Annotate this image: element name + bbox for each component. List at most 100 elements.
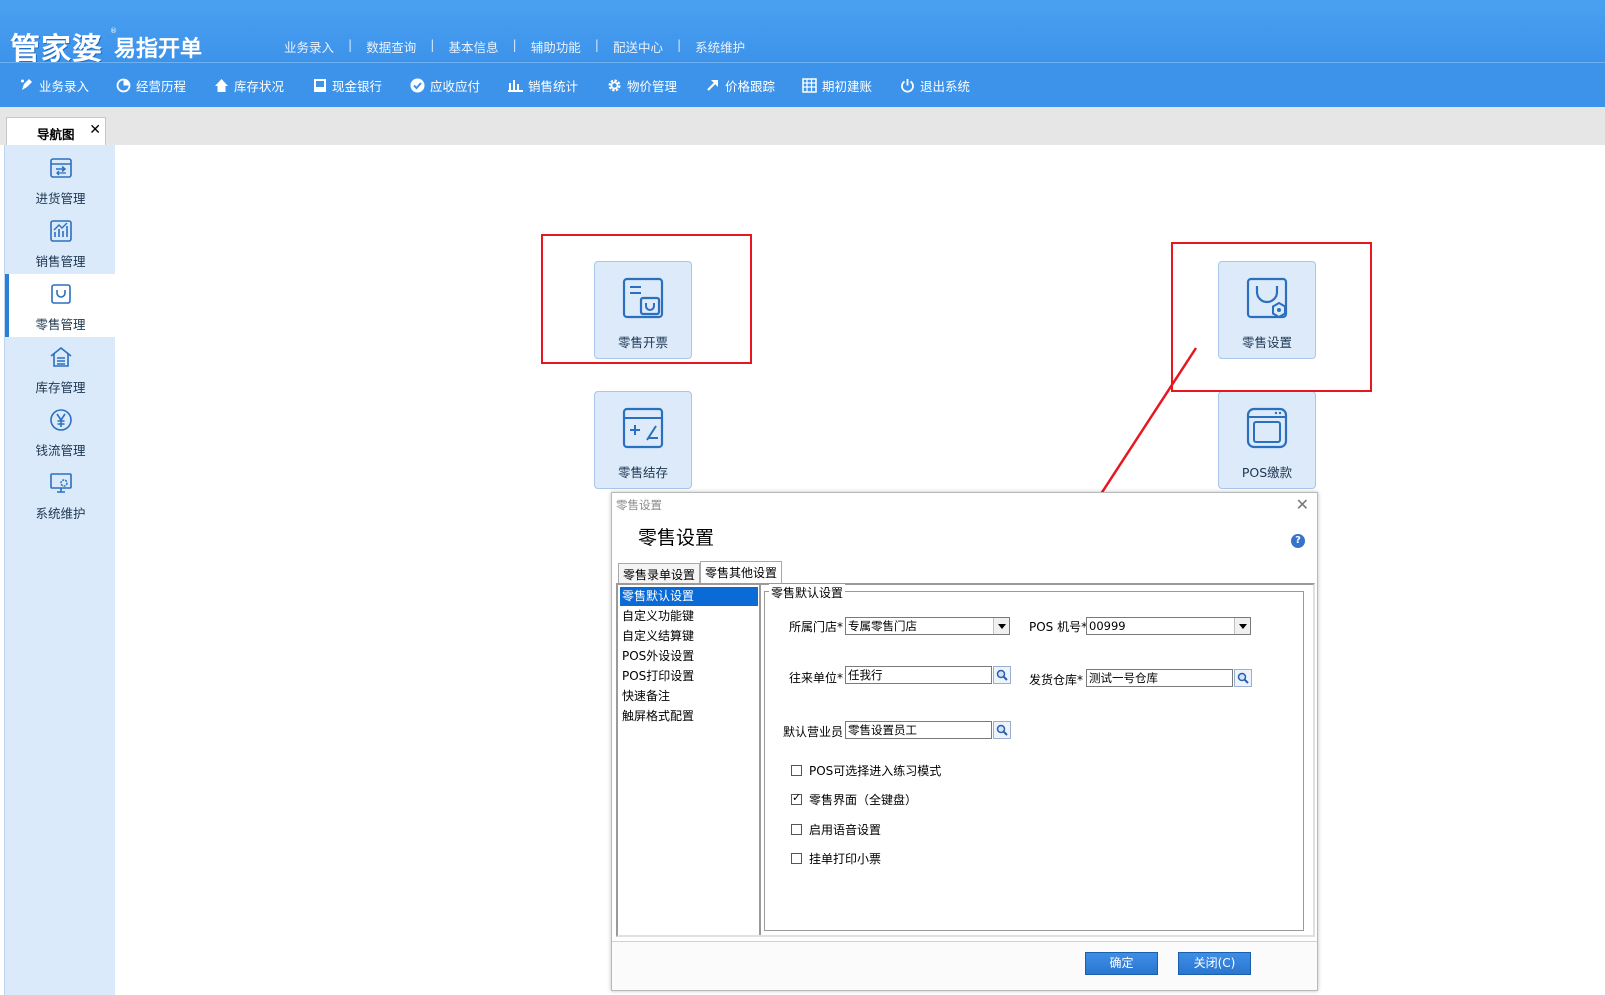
toolbar-business-entry-button[interactable]: 业务录入 [20,75,89,95]
partner-field[interactable]: 任我行 [845,666,992,684]
bar-chart-icon [508,80,523,92]
checkbox-label: POS可选择进入练习模式 [809,763,942,778]
check-circle-icon [410,78,425,92]
tab-retail-entry-settings[interactable]: 零售录单设置 [618,563,701,583]
checkbox-voice-settings[interactable]: 启用语音设置 [791,821,881,837]
retail-balance-icon [622,407,664,449]
warehouse-value: 测试一号仓库 [1089,671,1158,685]
checkbox-box[interactable] [791,791,802,805]
chevron-down-icon[interactable] [1234,618,1250,634]
power-icon [901,78,914,92]
app-window: 管家婆 ® 易指开单 业务录入 | 数据查询 | 基本信息 | 辅助功能 | 配… [0,0,1605,995]
pos-number-select[interactable]: 00999 [1086,617,1251,635]
toolbar-inventory-status-button[interactable]: 库存状况 [214,75,284,95]
ok-button[interactable]: 确定 [1085,952,1158,975]
store-select[interactable]: 专属零售门店 [845,617,1010,635]
sidebar-item-label: 零售管理 [35,317,86,332]
clerk-search-button[interactable] [993,721,1011,739]
sidebar-item-retail[interactable]: 零售管理 [5,274,116,337]
pos-payment-icon [1246,407,1288,449]
tile-label: 零售结存 [617,465,668,480]
warehouse-field[interactable]: 测试一号仓库 [1086,669,1233,687]
sidebar-item-sales[interactable]: 销售管理 [5,211,116,274]
sidebar-item-purchase[interactable]: 进货管理 [5,148,116,211]
module-sidebar: 进货管理 销售管理 零售管理 库存管理 钱流管理 系统维护 [4,145,116,995]
sidebar-item-system-maintenance[interactable]: 系统维护 [5,463,116,526]
toolbar-label: 物价管理 [627,78,678,94]
toolbar-label: 应收应付 [430,78,481,94]
annotation-highlight-box [1171,242,1372,392]
main-toolbar: 业务录入 经营历程 库存状况 现金银行 应收应付 销售统计 物价管理 价格跟踪 [0,62,1605,107]
nav-item-custom-function-keys[interactable]: 自定义功能键 [620,607,758,626]
help-icon[interactable]: ? [1291,534,1305,548]
checkbox-box[interactable] [791,852,802,864]
warehouse-search-button[interactable] [1234,669,1252,687]
checkbox-label: 零售界面（全键盘） [809,792,918,807]
top-menu-separator: | [430,37,435,52]
top-menu-item-aux-functions[interactable]: 辅助功能 [531,37,581,56]
sidebar-item-label: 钱流管理 [35,443,86,458]
checkbox-full-keyboard-ui[interactable]: 零售界面（全键盘） [791,791,917,807]
toolbar-label: 退出系统 [920,78,971,94]
tile-label: POS缴款 [1241,465,1293,480]
nav-item-retail-defaults[interactable]: 零售默认设置 [620,587,758,606]
nav-item-pos-print[interactable]: POS打印设置 [620,667,758,686]
settings-monitor-icon [50,473,72,493]
checkbox-box[interactable] [791,823,802,835]
toolbar-sales-statistics-button[interactable]: 销售统计 [508,75,578,95]
tab-close-icon[interactable]: ✕ [89,122,101,138]
nav-item-touchscreen-format[interactable]: 触屏格式配置 [620,707,758,726]
clerk-label: 默认营业员 [783,725,844,739]
nav-item-custom-settlement-keys[interactable]: 自定义结算键 [620,627,758,646]
tab-retail-other-settings[interactable]: 零售其他设置 [700,561,783,583]
close-button[interactable]: 关闭(C) [1178,952,1251,975]
retail-settings-dialog: 零售设置 ✕ 零售设置 ? 零售录单设置 零售其他设置 零售默认设置 自定义功能… [611,492,1318,991]
sidebar-item-inventory[interactable]: 库存管理 [5,337,116,400]
settings-nav-list: 零售默认设置 自定义功能键 自定义结算键 POS外设设置 POS打印设置 快速备… [618,585,761,935]
sidebar-item-cashflow[interactable]: 钱流管理 [5,400,116,463]
checkbox-label: 启用语音设置 [809,822,882,837]
toolbar-cash-bank-button[interactable]: 现金银行 [313,75,382,95]
toolbar-label: 价格跟踪 [725,78,776,94]
dialog-footer: 确定 关闭(C) [612,941,1317,990]
top-menu-item-data-query[interactable]: 数据查询 [366,37,416,56]
arrow-up-right-icon [707,80,718,91]
toolbar-label: 库存状况 [234,78,285,94]
tile-pos-payment[interactable]: POS缴款 [1218,391,1316,489]
sidebar-item-label: 库存管理 [35,380,86,395]
top-menu-separator: | [512,37,517,52]
calendar-icon [802,77,817,93]
search-icon [1237,672,1249,684]
nav-item-pos-peripherals[interactable]: POS外设设置 [620,647,758,666]
logo-product-name: 易指开单 [114,37,203,62]
tab-label: 导航图 [37,127,75,142]
checkbox-box[interactable] [791,764,802,776]
chevron-down-icon[interactable] [993,618,1009,634]
toolbar-business-history-button[interactable]: 经营历程 [116,75,186,95]
store-label: 所属门店* [789,620,844,634]
tab-navigation-map[interactable]: 导航图 ✕ [6,117,106,145]
toolbar-receivables-payables-button[interactable]: 应收应付 [410,75,480,95]
checkbox-pos-practice-mode[interactable]: POS可选择进入练习模式 [791,762,941,778]
search-icon [996,669,1008,681]
top-menu-item-system-maintenance[interactable]: 系统维护 [695,37,745,56]
tile-retail-balance[interactable]: 零售结存 [594,391,692,489]
shopping-bag-icon [51,284,71,304]
checkbox-label: 挂单打印小票 [809,851,882,866]
toolbar-label: 经营历程 [136,78,187,94]
dialog-close-icon[interactable]: ✕ [1296,495,1309,514]
toolbar-exit-system-button[interactable]: 退出系统 [900,75,970,95]
toolbar-initial-accounts-button[interactable]: 期初建账 [802,75,872,95]
checkbox-print-hold-ticket[interactable]: 挂单打印小票 [791,850,881,866]
gear-icon [608,79,621,91]
toolbar-price-management-button[interactable]: 物价管理 [607,75,677,95]
pen-icon [21,79,32,90]
top-menu-item-distribution-center[interactable]: 配送中心 [613,37,663,56]
group-title: 零售默认设置 [769,584,846,601]
toolbar-price-tracking-button[interactable]: 价格跟踪 [706,75,775,95]
partner-search-button[interactable] [993,666,1011,684]
top-menu-item-basic-info[interactable]: 基本信息 [448,37,498,56]
clerk-field[interactable]: 零售设置员工 [845,721,992,739]
top-menu-item-business-entry[interactable]: 业务录入 [284,37,334,56]
nav-item-quick-notes[interactable]: 快速备注 [620,687,758,706]
